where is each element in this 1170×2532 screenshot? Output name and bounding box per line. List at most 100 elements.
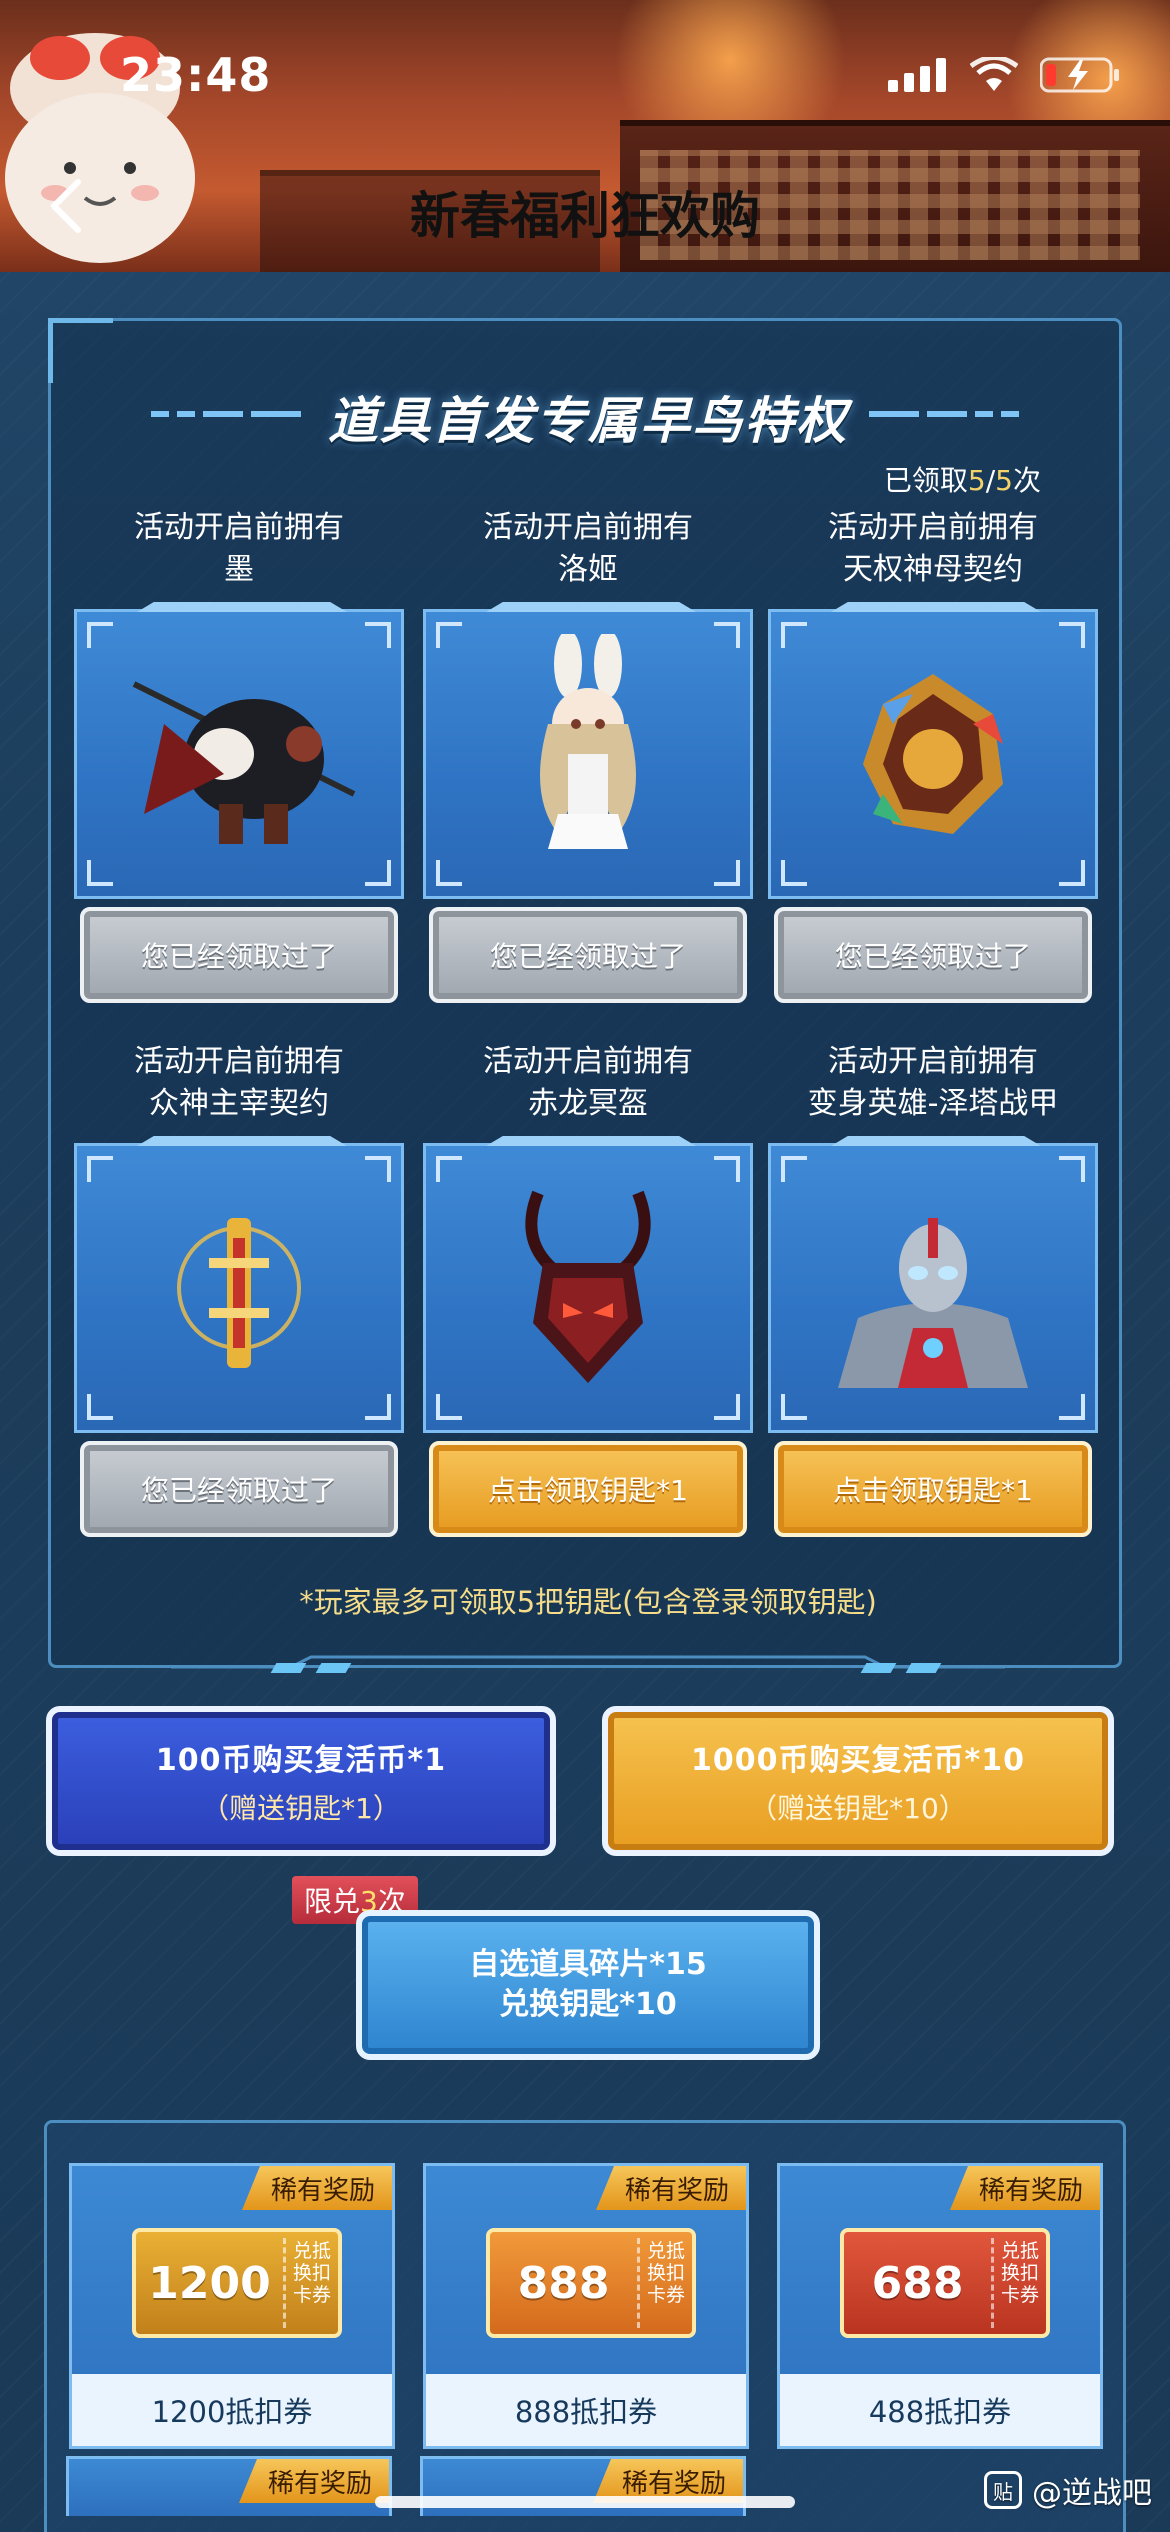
reward-caption: 1200抵扣券 bbox=[72, 2374, 392, 2446]
exchange-key-button[interactable]: 自选道具碎片*15 兑换钥匙*10 bbox=[356, 1910, 820, 2060]
battery-charging-icon bbox=[1040, 57, 1119, 93]
button-label: 您已经领取过了 bbox=[140, 940, 337, 973]
exchange-line1: 自选道具碎片*15 bbox=[469, 1947, 707, 1982]
coupon-amount: 1200 bbox=[148, 2257, 271, 2309]
rare-reward-badge: 稀有奖励 bbox=[950, 2166, 1100, 2210]
tieba-logo-icon: 贴 bbox=[984, 2471, 1022, 2509]
button-label: 点击领取钥匙*1 bbox=[488, 1474, 688, 1507]
item-caption-name: 众神主宰契约 bbox=[149, 1086, 329, 1121]
card-tab bbox=[137, 1136, 347, 1146]
golden-totem-icon bbox=[177, 1218, 301, 1368]
claimed-separator: / bbox=[985, 464, 996, 497]
character-luoji-icon bbox=[540, 634, 636, 849]
item-tianquan-contract: 活动开启前拥有 天权神母契约 您已经领取过了 bbox=[768, 507, 1098, 1003]
item-caption-name: 天权神母契约 bbox=[843, 552, 1023, 587]
claim-key-button[interactable]: 点击领取钥匙*1 bbox=[774, 1441, 1092, 1537]
claim-key-button[interactable]: 点击领取钥匙*1 bbox=[429, 1441, 747, 1537]
item-caption-line1: 活动开启前拥有 bbox=[134, 1044, 344, 1079]
character-mo-icon bbox=[132, 681, 356, 844]
item-caption-line1: 活动开启前拥有 bbox=[828, 510, 1038, 545]
item-chilong-helmet: 活动开启前拥有 赤龙冥盔 点击领取钥匙*1 bbox=[423, 1041, 753, 1537]
item-luoji: 活动开启前拥有 洛姬 您已经领取过了 bbox=[423, 507, 753, 1003]
item-card bbox=[74, 1136, 404, 1433]
button-label: 您已经领取过了 bbox=[489, 940, 686, 973]
limit-prefix: 限兑 bbox=[304, 1885, 361, 1918]
coupon-icon: 888 兑抵 换扣 卡券 bbox=[486, 2228, 696, 2338]
item-card bbox=[768, 1136, 1098, 1433]
claimed-button[interactable]: 您已经领取过了 bbox=[429, 907, 747, 1003]
rare-reward-badge: 稀有奖励 bbox=[239, 2459, 389, 2503]
item-caption-name: 变身英雄-泽塔战甲 bbox=[807, 1086, 1059, 1121]
item-caption-line1: 活动开启前拥有 bbox=[483, 1044, 693, 1079]
claimed-count: 5 bbox=[967, 464, 986, 497]
dragon-helmet-icon bbox=[525, 1190, 651, 1383]
reward-card-partial[interactable]: 稀有奖励 bbox=[66, 2456, 392, 2516]
buy-button-main-label: 1000币购买复活币*10 bbox=[691, 1743, 1025, 1778]
item-caption: 活动开启前拥有 变身英雄-泽塔战甲 bbox=[768, 1041, 1098, 1125]
item-zeta-armor: 活动开启前拥有 变身英雄-泽塔战甲 点击领取钥匙*1 bbox=[768, 1041, 1098, 1537]
title-right-deco bbox=[869, 411, 1019, 417]
buy-button-main-label: 100币购买复活币*1 bbox=[155, 1743, 447, 1778]
coupon-tag: 兑抵 换扣 卡券 bbox=[991, 2238, 1046, 2328]
card-tab bbox=[831, 1136, 1041, 1146]
claimed-total: 5 bbox=[995, 464, 1013, 497]
contract-emblem-icon bbox=[863, 674, 1003, 834]
claimed-suffix: 次 bbox=[1012, 464, 1041, 497]
item-caption-line1: 活动开启前拥有 bbox=[134, 510, 344, 545]
hero-armor-icon bbox=[838, 1218, 1028, 1388]
item-caption: 活动开启前拥有 众神主宰契约 bbox=[74, 1041, 404, 1125]
reward-card[interactable]: 稀有奖励 1200 兑抵 换扣 卡券 1200抵扣券 bbox=[69, 2163, 395, 2449]
item-card bbox=[423, 602, 753, 899]
rare-reward-badge: 稀有奖励 bbox=[596, 2166, 746, 2210]
card-tab bbox=[486, 602, 696, 612]
status-icons bbox=[888, 56, 1120, 94]
status-time: 23:48 bbox=[120, 48, 272, 102]
claimed-button[interactable]: 您已经领取过了 bbox=[774, 907, 1092, 1003]
home-indicator[interactable] bbox=[375, 2496, 795, 2508]
header-banner: 23:48 新春福利狂欢购 bbox=[0, 0, 1170, 272]
reward-card[interactable]: 稀有奖励 688 兑抵 换扣 卡券 488抵扣券 bbox=[777, 2163, 1103, 2449]
card-tab bbox=[486, 1136, 696, 1146]
coupon-amount: 688 bbox=[871, 2257, 964, 2309]
button-label: 点击领取钥匙*1 bbox=[833, 1474, 1033, 1507]
early-bird-panel: 道具首发专属早鸟特权 已领取5/5次 活动开启前拥有 墨 您已经领取过了 活动开… bbox=[48, 318, 1122, 1673]
coupon-amount: 888 bbox=[517, 2257, 610, 2309]
exchange-line2: 兑换钥匙*10 bbox=[499, 1987, 677, 2022]
page-title: 新春福利狂欢购 bbox=[410, 187, 760, 245]
buy-button-sub-label: （赠送钥匙*10） bbox=[749, 1792, 967, 1825]
buy-button-sub-label: （赠送钥匙*1） bbox=[201, 1792, 401, 1825]
key-limit-note: *玩家最多可领取5把钥匙(包含登录领取钥匙) bbox=[299, 1585, 877, 1619]
buy-10-revive-coin-button[interactable]: 1000币购买复活币*10 （赠送钥匙*10） bbox=[602, 1706, 1114, 1856]
claimed-prefix: 已领取 bbox=[883, 464, 968, 497]
item-caption-name: 墨 bbox=[224, 552, 254, 587]
item-caption: 活动开启前拥有 天权神母契约 bbox=[768, 507, 1098, 591]
item-caption: 活动开启前拥有 洛姬 bbox=[423, 507, 753, 591]
item-card bbox=[74, 602, 404, 899]
claimed-button[interactable]: 您已经领取过了 bbox=[80, 1441, 398, 1537]
panel-bottom-deco bbox=[171, 1655, 1005, 1673]
wifi-icon bbox=[970, 57, 1018, 91]
reward-caption: 488抵扣券 bbox=[780, 2374, 1100, 2446]
coupon-tag: 兑抵 换扣 卡券 bbox=[283, 2238, 338, 2328]
claimed-button[interactable]: 您已经领取过了 bbox=[80, 907, 398, 1003]
item-card bbox=[423, 1136, 753, 1433]
reward-card[interactable]: 稀有奖励 888 兑抵 换扣 卡券 888抵扣券 bbox=[423, 2163, 749, 2449]
item-caption: 活动开启前拥有 赤龙冥盔 bbox=[423, 1041, 753, 1125]
item-caption-name: 赤龙冥盔 bbox=[528, 1086, 648, 1121]
item-caption: 活动开启前拥有 墨 bbox=[74, 507, 404, 591]
claimed-counter: 已领取5/5次 bbox=[884, 459, 1041, 499]
watermark: 贴 @逆战吧 bbox=[984, 2468, 1152, 2512]
buy-1-revive-coin-button[interactable]: 100币购买复活币*1 （赠送钥匙*1） bbox=[46, 1706, 556, 1856]
coupon-icon: 688 兑抵 换扣 卡券 bbox=[840, 2228, 1050, 2338]
coupon-tag: 兑抵 换扣 卡券 bbox=[637, 2238, 692, 2328]
button-label: 您已经领取过了 bbox=[140, 1474, 337, 1507]
rare-reward-badge: 稀有奖励 bbox=[242, 2166, 392, 2210]
item-mo: 活动开启前拥有 墨 您已经领取过了 bbox=[74, 507, 404, 1003]
card-tab bbox=[831, 602, 1041, 612]
signal-icon bbox=[888, 58, 946, 92]
item-caption-line1: 活动开启前拥有 bbox=[828, 1044, 1038, 1079]
card-tab bbox=[137, 602, 347, 612]
item-zhongshen-contract: 活动开启前拥有 众神主宰契约 您已经领取过了 bbox=[74, 1041, 404, 1537]
watermark-text: @逆战吧 bbox=[1032, 2476, 1152, 2511]
item-card bbox=[768, 602, 1098, 899]
